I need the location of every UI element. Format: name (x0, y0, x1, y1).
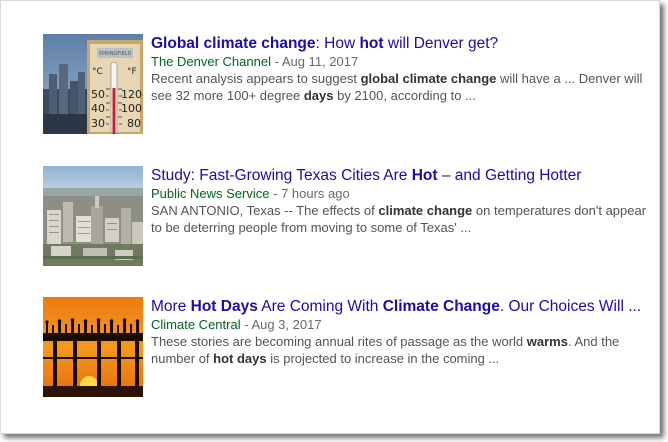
result-1-snippet-line-1: Recent analysis appears to suggest globa… (151, 70, 651, 87)
highlighted-term: Hot Days (190, 298, 258, 315)
text-segment: on temperatures don't appear (472, 203, 647, 218)
text-segment: These stories are becoming annual rites … (151, 334, 527, 349)
result-3-text: More Hot Days Are Coming With Climate Ch… (151, 297, 651, 367)
news-results-panel: SPRINGFIELD °C °F 50 40 30 120 100 80 Gl… (0, 0, 660, 434)
highlighted-term: hot days (213, 351, 267, 366)
result-2-snippet-line-2: to be deterring people from moving to so… (151, 219, 651, 236)
text-segment: SAN ANTONIO, Texas -- The effects of (151, 203, 379, 218)
result-3-snippet-line-2: number of hot days is projected to incre… (151, 350, 651, 367)
fahrenheit-tick-100: 100 (121, 102, 142, 115)
text-segment: Recent analysis appears to suggest (151, 71, 361, 86)
text-segment: number of (151, 351, 214, 366)
result-3-source[interactable]: Climate Central (151, 317, 241, 332)
highlighted-term: Global climate change (151, 35, 316, 52)
result-3-meta: Climate Central - Aug 3, 2017 (151, 316, 651, 333)
result-3-title-link[interactable]: More Hot Days Are Coming With Climate Ch… (151, 297, 651, 316)
text-segment: Study: Fast-Growing Texas Cities Are (151, 167, 412, 184)
result-1-meta: The Denver Channel - Aug 11, 2017 (151, 53, 651, 70)
thermometer-brand-label: SPRINGFIELD (99, 51, 132, 57)
highlighted-term: warms (526, 334, 568, 349)
text-segment: . And the (567, 334, 620, 349)
city-aerial-photo-icon (43, 166, 143, 266)
text-segment: is projected to increase in the coming .… (266, 351, 500, 366)
result-2-separator: - (269, 186, 282, 201)
fahrenheit-tick-120: 120 (121, 88, 142, 101)
result-1-text: Global climate change: How hot will Denv… (151, 34, 651, 104)
result-2-snippet-line-1: SAN ANTONIO, Texas -- The effects of cli… (151, 202, 651, 219)
text-segment: – and Getting Hotter (437, 167, 582, 184)
text-segment: Are Coming With (257, 298, 383, 315)
highlighted-term: days (303, 88, 334, 103)
result-1-date: Aug 11, 2017 (281, 54, 359, 69)
thermometer-photo-icon: SPRINGFIELD °C °F 50 40 30 120 100 80 (43, 34, 143, 134)
result-2-date: 7 hours ago (281, 186, 350, 201)
text-segment: to be deterring people from moving to so… (151, 220, 472, 235)
text-segment: see 32 more 100+ degree (151, 88, 304, 103)
text-segment: More (151, 298, 191, 315)
result-2-thumbnail[interactable] (43, 166, 143, 266)
text-segment: will Denver get? (383, 35, 499, 52)
result-3-snippet-line-1: These stories are becoming annual rites … (151, 333, 651, 350)
result-2-title-link[interactable]: Study: Fast-Growing Texas Cities Are Hot… (151, 166, 651, 185)
fahrenheit-tick-80: 80 (127, 117, 141, 130)
text-segment: will have a ... Denver will (496, 71, 643, 86)
result-3-separator: - (240, 317, 252, 332)
celsius-tick-50: 50 (91, 88, 105, 101)
highlighted-term: global climate change (360, 71, 497, 86)
result-3-date: Aug 3, 2017 (251, 317, 322, 332)
result-1-source[interactable]: The Denver Channel (151, 54, 271, 69)
highlighted-term: Climate Change (382, 298, 500, 315)
highlighted-term: hot (359, 35, 384, 52)
text-segment: : How (315, 35, 360, 52)
result-2-source[interactable]: Public News Service (151, 186, 270, 201)
celsius-tick-40: 40 (91, 102, 105, 115)
result-1-separator: - (270, 54, 282, 69)
celsius-tick-30: 30 (91, 117, 105, 130)
highlighted-term: climate change (378, 203, 473, 218)
celsius-label: °C (92, 67, 103, 77)
fahrenheit-label: °F (127, 67, 137, 77)
result-2-meta: Public News Service - 7 hours ago (151, 185, 651, 202)
text-segment: by 2100, according to ... (333, 88, 476, 103)
result-3-thumbnail[interactable] (43, 297, 143, 397)
result-1-thumbnail[interactable]: SPRINGFIELD °C °F 50 40 30 120 100 80 (43, 34, 143, 134)
text-segment: . Our Choices Will ... (499, 298, 642, 315)
result-2-text: Study: Fast-Growing Texas Cities Are Hot… (151, 166, 651, 236)
sunset-pier-photo-icon (43, 297, 143, 397)
highlighted-term: Hot (411, 167, 438, 184)
result-1-snippet-line-2: see 32 more 100+ degree days by 2100, ac… (151, 87, 651, 104)
result-1-title-link[interactable]: Global climate change: How hot will Denv… (151, 34, 651, 53)
